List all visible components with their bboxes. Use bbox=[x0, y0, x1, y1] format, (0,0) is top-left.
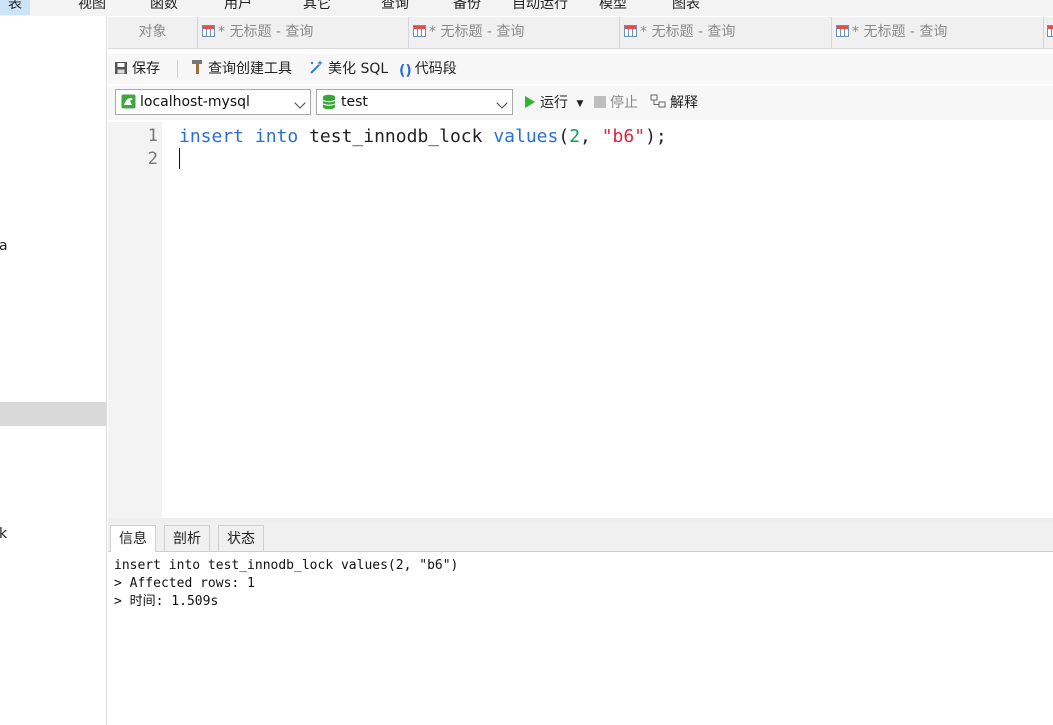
tab-bar: 对象 * 无标题 - 查询 * 无标题 - 查询 * 无标题 - 查询 * 无标… bbox=[108, 17, 1053, 49]
nav-item-fragment[interactable]: a bbox=[0, 238, 8, 254]
explain-icon bbox=[650, 94, 666, 108]
code-snippet-button[interactable]: () 代码段 bbox=[399, 54, 457, 84]
connection-toolbar: localhost-mysql test 运行 ▼ 停止 解释 bbox=[108, 86, 1053, 120]
sql-keyword: insert bbox=[179, 126, 245, 147]
query-builder-button[interactable]: 查询创建工具 bbox=[190, 54, 292, 84]
query-table-icon bbox=[624, 25, 637, 37]
line-number-gutter: 1 2 bbox=[108, 122, 162, 518]
navigation-panel: a k bbox=[0, 16, 107, 725]
tab-query-3[interactable]: * 无标题 - 查询 bbox=[620, 17, 832, 48]
tab-profile[interactable]: 剖析 bbox=[164, 525, 210, 551]
sql-punct: ); bbox=[645, 126, 667, 147]
stop-label: 停止 bbox=[610, 95, 638, 111]
save-label: 保存 bbox=[132, 61, 160, 77]
menu-item-views[interactable]: 视图 bbox=[78, 0, 106, 15]
tab-query-2[interactable]: * 无标题 - 查询 bbox=[409, 17, 620, 48]
beautify-sql-button[interactable]: 美化 SQL bbox=[308, 54, 388, 84]
sql-keyword: into bbox=[254, 126, 299, 147]
tab-query-4[interactable]: * 无标题 - 查询 bbox=[832, 17, 1044, 48]
result-message: insert into test_innodb_lock values(2, "… bbox=[114, 557, 458, 611]
explain-label: 解释 bbox=[670, 95, 698, 111]
sql-punct: ( bbox=[558, 126, 570, 147]
play-icon bbox=[525, 96, 535, 108]
top-menu-bar: 表 视图 函数 用户 其它 查询 备份 自动运行 模型 图表 bbox=[0, 0, 1053, 16]
sql-punct: , bbox=[580, 126, 602, 147]
sql-code[interactable]: insert into test_innodb_lock values(2, "… bbox=[179, 125, 667, 148]
tab-query-5[interactable] bbox=[1044, 17, 1053, 48]
sql-editor[interactable]: 1 2 insert into test_innodb_lock values(… bbox=[108, 122, 1053, 518]
query-table-icon bbox=[413, 25, 426, 37]
toolbar-divider bbox=[177, 60, 178, 78]
database-icon bbox=[322, 94, 336, 110]
sql-keyword: values bbox=[493, 126, 559, 147]
chevron-down-icon bbox=[294, 97, 306, 109]
tab-objects[interactable]: 对象 bbox=[108, 17, 198, 48]
query-table-icon bbox=[202, 25, 215, 37]
result-tab-bar: 信息 剖析 状态 bbox=[108, 523, 1053, 552]
line-number: 2 bbox=[147, 149, 158, 169]
menu-item-users[interactable]: 用户 bbox=[224, 0, 252, 15]
menu-item-backup[interactable]: 备份 bbox=[453, 0, 481, 15]
beautify-sql-label: 美化 SQL bbox=[328, 61, 389, 77]
stop-icon bbox=[594, 96, 606, 108]
database-select-value: test bbox=[341, 94, 368, 110]
explain-button[interactable]: 解释 bbox=[650, 88, 698, 118]
connection-select-value: localhost-mysql bbox=[140, 94, 250, 110]
tab-label: * 无标题 - 查询 bbox=[218, 24, 314, 40]
tab-label: 对象 bbox=[138, 24, 167, 40]
menu-item-tables[interactable]: 表 bbox=[0, 0, 30, 15]
save-button[interactable]: 保存 bbox=[114, 54, 160, 84]
sql-string: "b6" bbox=[601, 126, 646, 147]
text-cursor bbox=[179, 148, 180, 169]
run-dropdown-icon[interactable]: ▼ bbox=[576, 99, 583, 109]
query-table-icon bbox=[836, 25, 849, 37]
menu-item-queries[interactable]: 查询 bbox=[381, 0, 409, 15]
line-number: 1 bbox=[147, 126, 158, 146]
code-snippet-label: 代码段 bbox=[414, 61, 457, 77]
result-query-line: insert into test_innodb_lock values(2, "… bbox=[114, 558, 459, 573]
editor-toolbar: 保存 查询创建工具 美化 SQL () 代码段 bbox=[108, 54, 1053, 84]
mysql-connection-icon bbox=[121, 94, 136, 109]
save-icon bbox=[115, 62, 127, 74]
run-label: 运行 bbox=[540, 95, 568, 111]
menu-item-others[interactable]: 其它 bbox=[303, 0, 331, 15]
parentheses-icon: () bbox=[399, 63, 412, 79]
sql-identifier: test_innodb_lock bbox=[309, 126, 483, 147]
magic-wand-icon bbox=[310, 60, 323, 74]
tab-label: * 无标题 - 查询 bbox=[640, 24, 736, 40]
run-button[interactable]: 运行 ▼ bbox=[524, 88, 583, 118]
stop-button[interactable]: 停止 bbox=[594, 88, 638, 118]
menu-item-models[interactable]: 模型 bbox=[599, 0, 627, 15]
menu-item-automation[interactable]: 自动运行 bbox=[512, 0, 568, 15]
chevron-down-icon bbox=[496, 97, 508, 109]
nav-item-fragment[interactable]: k bbox=[0, 526, 7, 542]
tab-label: * 无标题 - 查询 bbox=[852, 24, 948, 40]
query-builder-label: 查询创建工具 bbox=[208, 61, 292, 77]
nav-item-selected[interactable] bbox=[0, 402, 106, 426]
tab-query-1[interactable]: * 无标题 - 查询 bbox=[198, 17, 409, 48]
hammer-icon bbox=[192, 60, 202, 74]
menu-item-functions[interactable]: 函数 bbox=[150, 0, 178, 15]
database-select[interactable]: test bbox=[316, 89, 513, 115]
result-time: > 时间: 1.509s bbox=[114, 594, 219, 609]
query-table-icon bbox=[1047, 25, 1053, 37]
tab-status[interactable]: 状态 bbox=[218, 525, 264, 551]
tab-label: * 无标题 - 查询 bbox=[429, 24, 525, 40]
sql-number: 2 bbox=[569, 126, 581, 147]
tab-message[interactable]: 信息 bbox=[110, 525, 156, 552]
connection-select[interactable]: localhost-mysql bbox=[115, 89, 311, 115]
menu-item-charts[interactable]: 图表 bbox=[672, 0, 700, 15]
result-affected-rows: > Affected rows: 1 bbox=[114, 576, 255, 591]
